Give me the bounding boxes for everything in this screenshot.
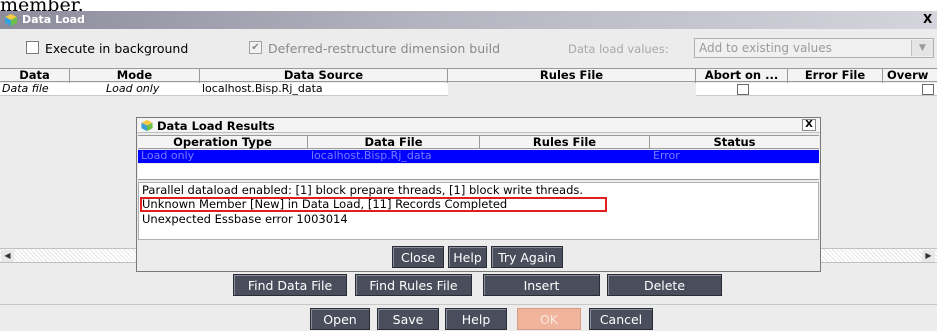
dialog-title: Data Load Results xyxy=(157,119,275,133)
file-button-row: Find Data File Find Rules File Insert De… xyxy=(0,270,937,300)
dialog-titlebar[interactable]: Data Load Results X xyxy=(137,118,820,133)
help-button[interactable]: Help xyxy=(445,308,507,330)
dialog-close-text-button[interactable]: Close xyxy=(392,246,444,268)
window-title: Data Load xyxy=(22,13,85,26)
data-load-values-label: Data load values: xyxy=(568,42,669,56)
scroll-left-icon[interactable]: ◀ xyxy=(1,250,14,262)
column-header-data-source[interactable]: Data Source xyxy=(200,69,448,83)
find-rules-file-button[interactable]: Find Rules File xyxy=(355,274,472,296)
abort-on-error-checkbox[interactable] xyxy=(737,84,749,95)
column-header-rules-file[interactable]: Rules File xyxy=(448,69,696,83)
results-message-area[interactable]: Parallel dataload enabled: [1] block pre… xyxy=(138,182,819,240)
overwrite-checkbox[interactable] xyxy=(922,84,934,95)
data-load-values-select: Add to existing values ▼ xyxy=(694,38,934,58)
scroll-right-icon[interactable]: ▶ xyxy=(922,250,935,262)
results-table-row[interactable]: Load only localhost.Bisp.Rj_data Error xyxy=(138,150,819,163)
table-row[interactable]: Data file Load only localhost.Bisp.Rj_da… xyxy=(0,83,937,96)
delete-button[interactable]: Delete xyxy=(607,274,722,296)
save-button[interactable]: Save xyxy=(377,308,439,330)
find-data-file-button[interactable]: Find Data File xyxy=(233,274,347,296)
results-table-empty-area xyxy=(138,164,819,180)
cell-status[interactable]: Error xyxy=(650,150,819,163)
column-header-overwrite[interactable]: Overw xyxy=(883,69,937,83)
divider xyxy=(0,304,937,305)
cell-rules-file[interactable] xyxy=(448,83,696,96)
data-load-values-selected: Add to existing values xyxy=(699,41,832,55)
column-header-operation-type[interactable]: Operation Type xyxy=(138,136,308,149)
cancel-button[interactable]: Cancel xyxy=(589,308,653,330)
data-load-results-dialog: Data Load Results X Operation Type Data … xyxy=(136,117,821,272)
column-header-rules-file[interactable]: Rules File xyxy=(480,136,650,149)
cell-data-source-type[interactable]: Data file xyxy=(0,83,70,96)
column-header-error-file[interactable]: Error File xyxy=(788,69,883,83)
column-header-abort-on-error[interactable]: Abort on ... xyxy=(696,69,788,83)
execute-background-checkbox[interactable] xyxy=(26,41,39,54)
highlight-box xyxy=(140,197,607,212)
message-line: Parallel dataload enabled: [1] block pre… xyxy=(142,183,584,197)
essbase-cube-icon xyxy=(141,119,153,132)
table-header: Data Sou... Mode Data Source Rules File … xyxy=(0,68,937,95)
try-again-button[interactable]: Try Again xyxy=(491,246,563,268)
deferred-restructure-label: Deferred-restructure dimension build xyxy=(268,41,501,56)
column-header-data-source-type[interactable]: Data Sou... xyxy=(0,69,70,95)
open-button[interactable]: Open xyxy=(310,308,370,330)
cell-data-source[interactable]: localhost.Bisp.Rj_data xyxy=(200,83,448,96)
window-titlebar[interactable]: Data Load X xyxy=(0,11,937,29)
ok-button[interactable]: OK xyxy=(517,308,581,330)
dialog-help-button[interactable]: Help xyxy=(448,246,487,268)
column-header-data-file[interactable]: Data File xyxy=(308,136,480,149)
deferred-restructure-checkbox: ✔ xyxy=(249,41,262,54)
window-close-button[interactable]: X xyxy=(923,12,937,28)
cell-mode[interactable]: Load only xyxy=(104,83,200,96)
cell-data-file[interactable]: localhost.Bisp.Rj_data xyxy=(308,150,480,163)
column-header-status[interactable]: Status xyxy=(650,136,819,149)
cell-operation-type[interactable]: Load only xyxy=(138,150,308,163)
results-table-header: Operation Type Data File Rules File Stat… xyxy=(138,135,819,149)
cell-rules-file[interactable] xyxy=(480,150,650,163)
column-header-mode[interactable]: Mode xyxy=(70,69,200,83)
execute-background-label: Execute in background xyxy=(45,41,189,56)
message-line: Unexpected Essbase error 1003014 xyxy=(142,212,348,226)
chevron-down-icon: ▼ xyxy=(911,40,933,56)
insert-button[interactable]: Insert xyxy=(483,274,600,296)
dialog-close-button[interactable]: X xyxy=(802,119,816,131)
data-load-window: Data Load X Execute in background ✔ Defe… xyxy=(0,11,937,331)
essbase-cube-icon xyxy=(5,14,17,26)
